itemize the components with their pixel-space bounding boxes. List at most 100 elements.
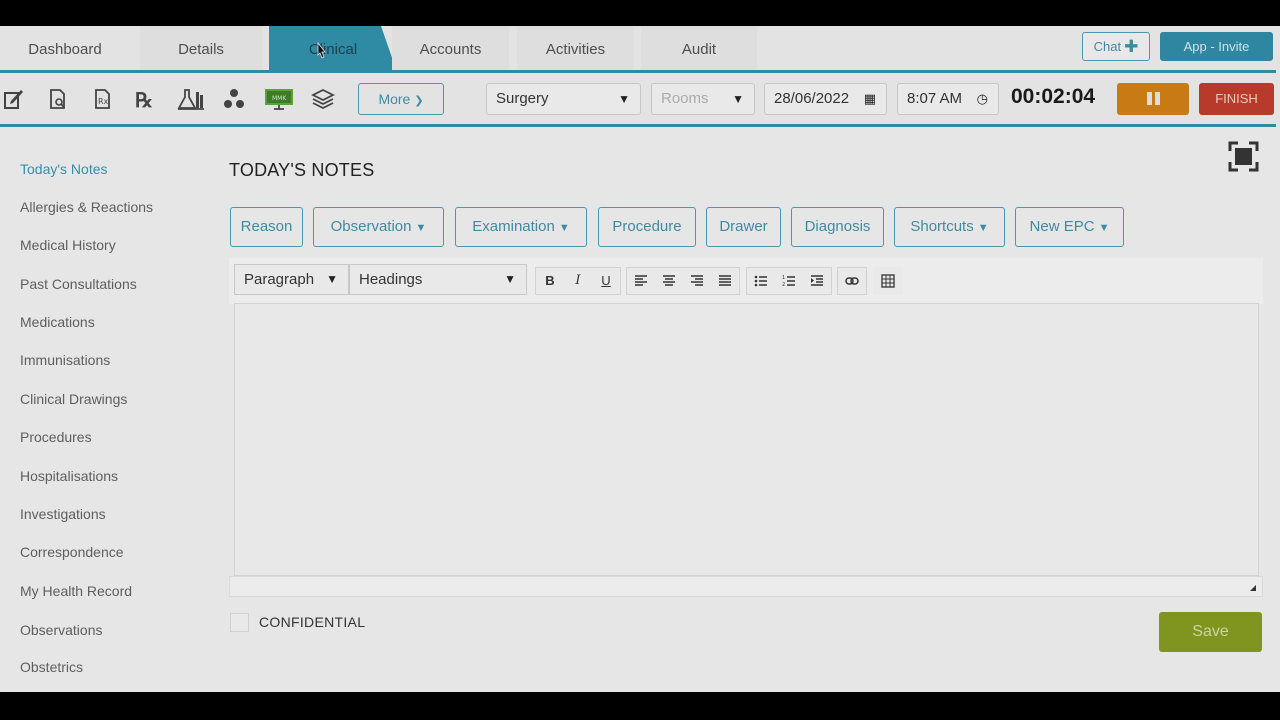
svg-text:℞: ℞ xyxy=(135,88,153,111)
more-button[interactable]: More ❯ xyxy=(358,83,444,115)
monitor-icon[interactable]: MMK xyxy=(264,87,294,111)
observation-button[interactable]: Observation ▼ xyxy=(313,207,444,247)
chevron-down-icon: ❯ xyxy=(414,95,424,107)
chevron-down-icon: ▼ xyxy=(977,222,989,234)
pause-icon xyxy=(1147,92,1152,105)
align-center-icon[interactable] xyxy=(655,268,683,294)
app-window: Dashboard Details Clinical Accounts Acti… xyxy=(0,26,1280,692)
tab-clinical[interactable]: Clinical xyxy=(269,26,397,72)
lab-icon[interactable] xyxy=(177,87,205,111)
sidebar-item-procedures[interactable]: Procedures xyxy=(20,429,92,445)
italic-button[interactable]: I xyxy=(564,268,592,294)
block-format-select[interactable]: Paragraph ▼ xyxy=(234,264,349,295)
notes-icon[interactable] xyxy=(2,87,26,111)
numbered-list-icon[interactable]: 12 xyxy=(775,268,803,294)
table-icon[interactable] xyxy=(874,268,902,294)
examination-button[interactable]: Examination ▼ xyxy=(455,207,587,247)
tab-accounts[interactable]: Accounts xyxy=(392,26,509,72)
confidential-label: CONFIDENTIAL xyxy=(259,614,366,630)
stack-icon[interactable] xyxy=(310,87,336,111)
molecule-icon[interactable] xyxy=(222,87,246,111)
sidebar-item-allergies[interactable]: Allergies & Reactions xyxy=(20,199,153,215)
sidebar-item-obstetrics[interactable]: Obstetrics xyxy=(20,659,83,675)
sidebar-item-medications[interactable]: Medications xyxy=(20,314,95,330)
notes-editor[interactable] xyxy=(234,303,1259,576)
editor-statusbar xyxy=(229,576,1263,597)
align-justify-icon[interactable] xyxy=(711,268,739,294)
chevron-down-icon: ▼ xyxy=(1098,222,1110,234)
bullet-list-icon[interactable] xyxy=(747,268,775,294)
date-field[interactable]: 28/06/2022 ▦ xyxy=(764,83,887,115)
shortcuts-label: Shortcuts xyxy=(910,218,974,235)
time-field[interactable]: 8:07 AM ◷ xyxy=(897,83,999,115)
headings-value: Headings xyxy=(359,271,423,288)
pause-button[interactable] xyxy=(1117,83,1189,115)
calendar-icon[interactable]: ▦ xyxy=(864,84,876,114)
sidebar-item-my-health-record[interactable]: My Health Record xyxy=(20,583,132,599)
chat-label: Chat xyxy=(1093,39,1122,54)
page-title: TODAY'S NOTES xyxy=(229,160,375,180)
svg-text:Rx: Rx xyxy=(98,97,109,106)
location-value: Surgery xyxy=(496,90,549,107)
editor-toolbar: Paragraph ▼ Headings ▼ B I U 12 xyxy=(229,258,1263,304)
chevron-down-icon: ▼ xyxy=(504,272,516,286)
headings-select[interactable]: Headings ▼ xyxy=(349,264,527,295)
chevron-down-icon: ▼ xyxy=(415,222,427,234)
tab-audit[interactable]: Audit xyxy=(641,26,757,72)
finish-button[interactable]: FINISH xyxy=(1199,83,1274,115)
date-value: 28/06/2022 xyxy=(774,90,850,107)
sidebar-item-observations[interactable]: Observations xyxy=(20,622,102,638)
chevron-down-icon: ▼ xyxy=(732,92,744,106)
tab-dashboard[interactable]: Dashboard xyxy=(0,26,130,72)
block-format-value: Paragraph xyxy=(244,271,315,288)
reason-button[interactable]: Reason xyxy=(230,207,303,247)
toolbar-underline xyxy=(0,124,1276,127)
svg-text:2: 2 xyxy=(782,282,785,288)
indent-icon[interactable] xyxy=(803,268,831,294)
resize-handle-icon[interactable] xyxy=(1250,585,1256,591)
align-left-icon[interactable] xyxy=(627,268,655,294)
script-icon[interactable]: Rx xyxy=(90,87,114,111)
sidebar-item-todays-notes[interactable]: Today's Notes xyxy=(20,161,108,177)
prescription-icon[interactable]: ℞ xyxy=(134,87,158,112)
chat-button[interactable]: Chat ✚ xyxy=(1082,32,1150,61)
location-select[interactable]: Surgery ▼ xyxy=(486,83,641,115)
link-icon[interactable] xyxy=(838,268,866,294)
link-group xyxy=(837,267,867,295)
sidebar-item-correspondence[interactable]: Correspondence xyxy=(20,544,124,560)
confidential-checkbox[interactable] xyxy=(230,613,249,632)
consult-timer: 00:02:04 xyxy=(1011,85,1096,108)
new-epc-button[interactable]: New EPC ▼ xyxy=(1015,207,1124,247)
tab-details[interactable]: Details xyxy=(140,26,262,72)
sidebar-item-clinical-drawings[interactable]: Clinical Drawings xyxy=(20,391,127,407)
svg-text:MMK: MMK xyxy=(272,95,287,102)
examination-label: Examination xyxy=(472,218,555,235)
underline-button[interactable]: U xyxy=(592,268,620,294)
fullscreen-icon[interactable] xyxy=(1228,141,1259,172)
align-right-icon[interactable] xyxy=(683,268,711,294)
app-invite-button[interactable]: App - Invite xyxy=(1160,32,1273,61)
tab-activities[interactable]: Activities xyxy=(517,26,634,72)
text-style-group: B I U xyxy=(535,267,621,295)
clock-icon[interactable]: ◷ xyxy=(977,84,988,114)
rooms-select[interactable]: Rooms ▼ xyxy=(651,83,755,115)
diagnosis-button[interactable]: Diagnosis xyxy=(791,207,884,247)
sidebar-item-past-consultations[interactable]: Past Consultations xyxy=(20,276,137,292)
sidebar-item-medical-history[interactable]: Medical History xyxy=(20,237,116,253)
list-group: 12 xyxy=(746,267,832,295)
table-group xyxy=(873,267,903,295)
shortcuts-button[interactable]: Shortcuts ▼ xyxy=(894,207,1005,247)
sidebar-item-immunisations[interactable]: Immunisations xyxy=(20,352,110,368)
chevron-down-icon: ▼ xyxy=(618,92,630,106)
drawer-button[interactable]: Drawer xyxy=(706,207,781,247)
svg-text:1: 1 xyxy=(782,275,785,281)
sidebar-item-hospitalisations[interactable]: Hospitalisations xyxy=(20,468,118,484)
main-tab-bar: Dashboard Details Clinical Accounts Acti… xyxy=(0,26,1280,72)
document-icon[interactable] xyxy=(45,87,69,111)
more-label: More xyxy=(378,91,411,107)
save-button[interactable]: Save xyxy=(1159,612,1262,652)
procedure-button[interactable]: Procedure xyxy=(598,207,696,247)
sidebar-item-investigations[interactable]: Investigations xyxy=(20,506,106,522)
bold-button[interactable]: B xyxy=(536,268,564,294)
observation-label: Observation xyxy=(330,218,412,235)
